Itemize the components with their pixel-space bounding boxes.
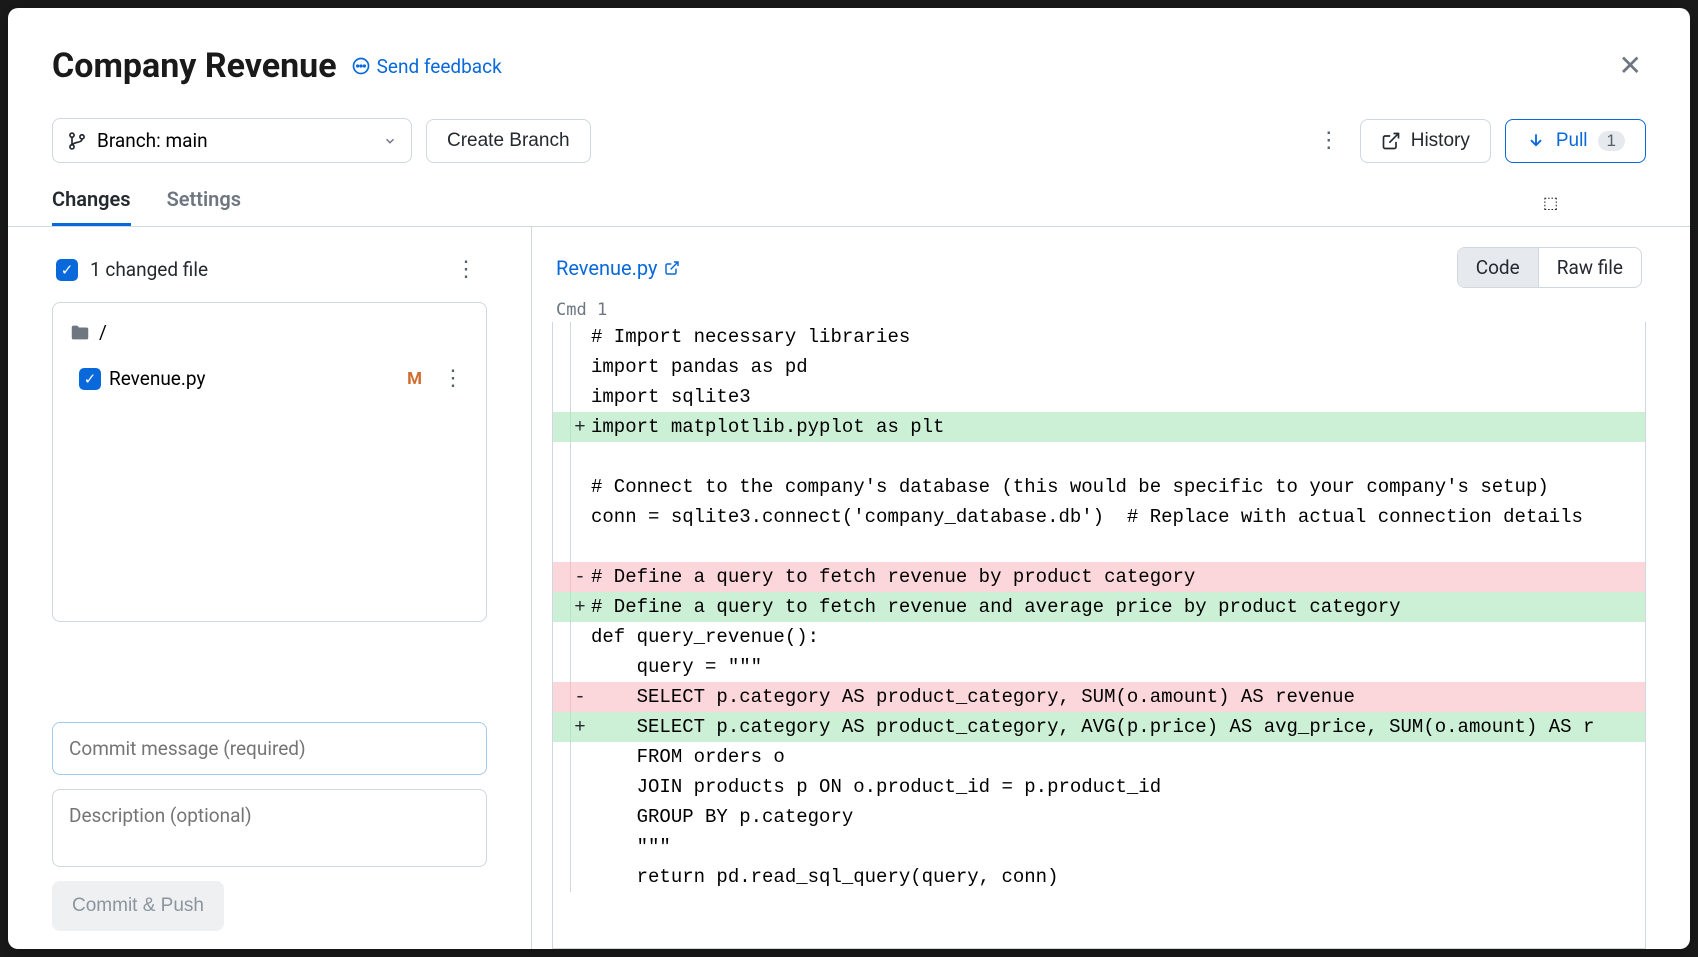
diff-view-toggle: Code Raw file <box>1457 247 1642 288</box>
tab-changes[interactable]: Changes <box>52 181 131 226</box>
changes-summary-row: ✓ 1 changed file ⋮ <box>52 245 487 302</box>
folder-icon <box>69 322 91 344</box>
send-feedback-link[interactable]: Send feedback <box>351 55 502 78</box>
file-checkbox[interactable]: ✓ <box>79 368 101 390</box>
comment-icon <box>351 56 371 76</box>
kebab-icon: ⋮ <box>442 366 464 391</box>
feedback-label: Send feedback <box>377 55 502 78</box>
file-more-button[interactable]: ⋮ <box>436 360 470 397</box>
close-button[interactable]: ✕ <box>1615 48 1646 84</box>
diff-body: # Import necessary libraries import pand… <box>552 322 1646 949</box>
chevron-down-icon <box>383 134 397 148</box>
branch-selector[interactable]: Branch: main <box>52 118 412 163</box>
diff-line: # Connect to the company's database (thi… <box>553 472 1645 502</box>
toolbar: Branch: main Create Branch ⋮ History Pul… <box>8 96 1690 181</box>
history-button[interactable]: History <box>1360 119 1491 163</box>
diff-line <box>553 532 1645 562</box>
modified-badge: M <box>407 369 422 389</box>
diff-line: +import matplotlib.pyplot as plt <box>553 412 1645 442</box>
git-modal: Company Revenue Send feedback ✕ Branch: … <box>8 8 1690 949</box>
diff-line: # Import necessary libraries <box>553 322 1645 352</box>
diff-header: Revenue.py Code Raw file <box>552 241 1646 298</box>
changed-file-count: 1 changed file <box>90 258 208 281</box>
check-icon: ✓ <box>61 261 74 279</box>
more-actions-button[interactable]: ⋮ <box>1312 122 1346 159</box>
select-all-checkbox[interactable]: ✓ <box>56 259 78 281</box>
modal-header: Company Revenue Send feedback ✕ <box>8 8 1690 96</box>
page-title: Company Revenue <box>52 46 337 86</box>
kebab-icon: ⋮ <box>1318 128 1340 153</box>
diff-line <box>553 442 1645 472</box>
close-icon: ✕ <box>1619 49 1642 82</box>
diff-line: def query_revenue(): <box>553 622 1645 652</box>
commit-description-input[interactable] <box>52 789 487 867</box>
file-name: Revenue.py <box>109 367 205 390</box>
diff-file-link[interactable]: Revenue.py <box>556 256 680 280</box>
diff-line: query = """ <box>553 652 1645 682</box>
diff-line: - SELECT p.category AS product_category,… <box>553 682 1645 712</box>
tab-settings[interactable]: Settings <box>167 181 241 226</box>
pull-label: Pull <box>1556 130 1588 152</box>
diff-line: + SELECT p.category AS product_category,… <box>553 712 1645 742</box>
create-branch-button[interactable]: Create Branch <box>426 119 591 163</box>
body-split: ✓ 1 changed file ⋮ / ✓ R <box>8 226 1690 949</box>
diff-line: -# Define a query to fetch revenue by pr… <box>553 562 1645 592</box>
commit-area: Commit & Push <box>52 678 487 931</box>
diff-line: import sqlite3 <box>553 382 1645 412</box>
pull-count-badge: 1 <box>1598 131 1625 151</box>
file-tree: / ✓ Revenue.py M ⋮ <box>52 302 487 622</box>
check-icon: ✓ <box>84 370 97 388</box>
branch-label: Branch: main <box>97 129 208 152</box>
commit-push-button[interactable]: Commit & Push <box>52 881 224 931</box>
toggle-raw[interactable]: Raw file <box>1539 248 1641 287</box>
changes-more-button[interactable]: ⋮ <box>449 251 483 288</box>
commit-message-input[interactable] <box>52 722 487 775</box>
toggle-code[interactable]: Code <box>1458 248 1539 287</box>
history-label: History <box>1411 130 1470 152</box>
external-link-icon <box>1381 131 1401 151</box>
download-arrow-icon <box>1526 131 1546 151</box>
diff-line: import pandas as pd <box>553 352 1645 382</box>
diff-pane: Revenue.py Code Raw file Cmd 1 # Import … <box>532 227 1690 949</box>
tree-file-row[interactable]: ✓ Revenue.py M ⋮ <box>61 352 478 405</box>
tree-root-row[interactable]: / <box>61 313 478 352</box>
diff-line: JOIN products p ON o.product_id = p.prod… <box>553 772 1645 802</box>
root-label: / <box>99 321 107 344</box>
changes-sidebar: ✓ 1 changed file ⋮ / ✓ R <box>8 227 532 949</box>
diff-line: FROM orders o <box>553 742 1645 772</box>
cmd-label: Cmd 1 <box>552 298 1646 322</box>
tab-bar: Changes Settings <box>8 181 1690 226</box>
diff-line: """ <box>553 832 1645 862</box>
diff-line: return pd.read_sql_query(query, conn) <box>553 862 1645 892</box>
diff-line: GROUP BY p.category <box>553 802 1645 832</box>
kebab-icon: ⋮ <box>455 257 477 282</box>
file-link-label: Revenue.py <box>556 256 658 280</box>
pull-button[interactable]: Pull 1 <box>1505 119 1646 163</box>
external-link-icon <box>664 260 680 276</box>
diff-line: +# Define a query to fetch revenue and a… <box>553 592 1645 622</box>
git-branch-icon <box>67 131 87 151</box>
diff-line: conn = sqlite3.connect('company_database… <box>553 502 1645 532</box>
